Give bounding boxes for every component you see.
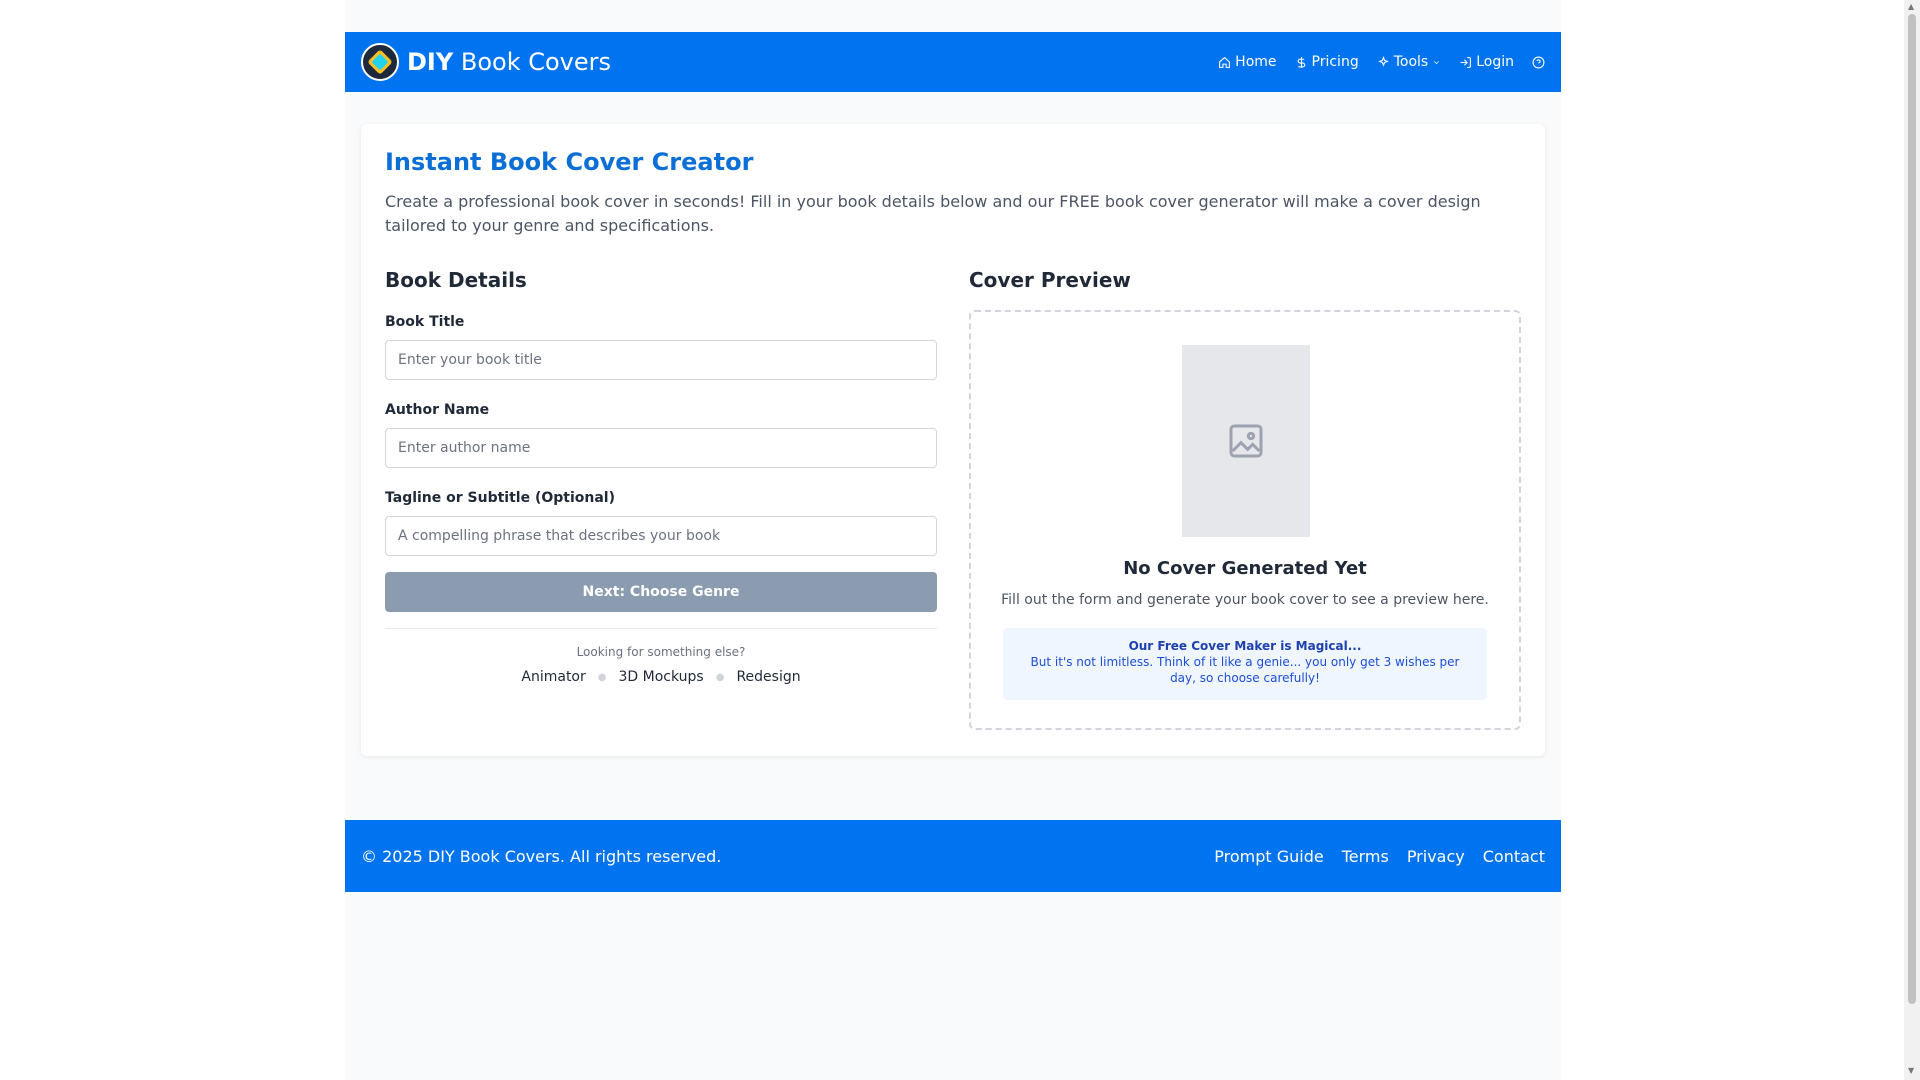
chevron-down-icon [1434,60,1440,64]
alt-question: Looking for something else? [576,645,746,659]
footer-copyright: © 2025 DIY Book Covers. All rights reser… [361,846,722,866]
footer-prompt-guide-link[interactable]: Prompt Guide [1214,847,1323,866]
brand-logo-link[interactable]: DIY Book Covers [361,43,611,81]
footer-terms-link[interactable]: Terms [1342,847,1389,866]
footer-contact-link[interactable]: Contact [1483,847,1545,866]
cover-preview-box: No Cover Generated Yet Fill out the form… [969,310,1521,730]
tagline-label: Tagline or Subtitle (Optional) [385,490,616,506]
footer: © 2025 DIY Book Covers. All rights reser… [345,820,1561,892]
nav-login-link[interactable]: Login [1459,54,1514,70]
cover-preview-heading: Cover Preview [969,268,1131,292]
book-details-heading: Book Details [385,268,527,292]
help-button[interactable] [1532,56,1545,69]
image-icon [1229,424,1263,458]
home-icon [1219,56,1231,68]
cover-preview-section: Cover Preview No Cover Generated Yet Fil… [969,268,1521,730]
scroll-down-arrow-icon[interactable]: ▼ [1908,1066,1914,1075]
notice-body: But it's not limitless. Think of it like… [1030,655,1460,685]
scrollbar-thumb[interactable] [1908,14,1916,1004]
next-choose-genre-button[interactable]: Next: Choose Genre [385,572,937,612]
vertical-scrollbar[interactable]: ▲ ▼ [1904,0,1920,1080]
animator-link[interactable]: Animator [521,669,585,685]
scroll-up-arrow-icon[interactable]: ▲ [1908,2,1914,11]
redesign-link[interactable]: Redesign [736,669,800,685]
top-navbar: DIY Book Covers Home Pricing Tools Login [345,32,1561,92]
footer-privacy-link[interactable]: Privacy [1407,847,1465,866]
author-name-input[interactable] [385,428,937,468]
notice-title: Our Free Cover Maker is Magical... [1128,639,1362,653]
daily-limit-notice: Our Free Cover Maker is Magical... But i… [1003,628,1487,700]
nav-home-link[interactable]: Home [1218,54,1277,70]
3d-mockups-link[interactable]: 3D Mockups [619,669,704,685]
sparkles-icon [1377,55,1389,67]
login-icon [1460,56,1472,68]
author-name-label: Author Name [385,402,490,418]
brand-name: DIY Book Covers [407,48,612,76]
book-title-label: Book Title [385,314,465,330]
nav-pricing-link[interactable]: Pricing [1295,54,1359,70]
separator-dot: ● [597,671,607,683]
cover-creator-card: Instant Book Cover Creator Create a prof… [361,124,1545,756]
no-cover-title: No Cover Generated Yet [1123,558,1367,579]
dollar-icon [1297,56,1305,68]
book-details-form: Book Details Book Title Author Name Tagl… [385,268,937,685]
divider [385,628,937,629]
no-cover-subtitle: Fill out the form and generate your book… [1001,592,1489,608]
nav-tools-dropdown[interactable]: Tools [1377,54,1442,70]
page-title: Instant Book Cover Creator [385,148,754,176]
book-title-input[interactable] [385,340,937,380]
logo-icon [361,43,399,81]
footer-links: Prompt Guide Terms Privacy Contact [1214,847,1545,866]
tagline-input[interactable] [385,516,937,556]
separator-dot: ● [715,671,725,683]
nav-links: Home Pricing Tools Login [1218,54,1545,70]
help-circle-icon [1532,56,1545,68]
alt-links: Animator ● 3D Mockups ● Redesign [385,669,937,685]
intro-text: Create a professional book cover in seco… [385,192,1481,235]
cover-placeholder [1182,345,1310,537]
